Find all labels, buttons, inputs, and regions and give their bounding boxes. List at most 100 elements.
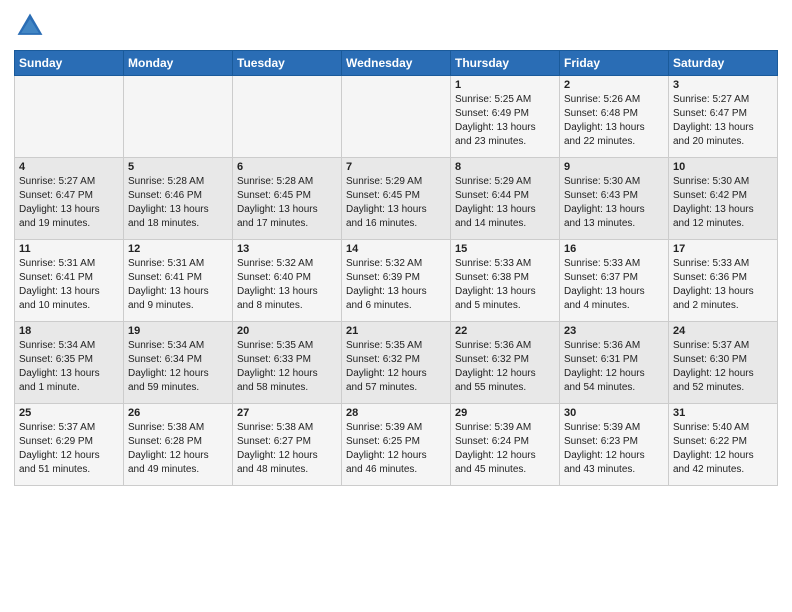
cell-content: Sunrise: 5:26 AMSunset: 6:48 PMDaylight:… bbox=[564, 93, 664, 149]
calendar-cell: 27Sunrise: 5:38 AMSunset: 6:27 PMDayligh… bbox=[233, 404, 342, 486]
cell-line: Sunset: 6:30 PM bbox=[673, 353, 773, 367]
cell-line: Sunset: 6:49 PM bbox=[455, 107, 555, 121]
cell-line: Sunrise: 5:29 AM bbox=[346, 175, 446, 189]
calendar-cell: 12Sunrise: 5:31 AMSunset: 6:41 PMDayligh… bbox=[124, 240, 233, 322]
day-number: 4 bbox=[19, 161, 119, 173]
cell-line: and 46 minutes. bbox=[346, 463, 446, 477]
day-number: 26 bbox=[128, 407, 228, 419]
cell-line: Daylight: 12 hours bbox=[673, 367, 773, 381]
cell-line: and 6 minutes. bbox=[346, 299, 446, 313]
cell-line: and 10 minutes. bbox=[19, 299, 119, 313]
calendar-cell: 3Sunrise: 5:27 AMSunset: 6:47 PMDaylight… bbox=[669, 76, 778, 158]
day-number: 10 bbox=[673, 161, 773, 173]
calendar-cell: 30Sunrise: 5:39 AMSunset: 6:23 PMDayligh… bbox=[560, 404, 669, 486]
cell-line: Sunrise: 5:36 AM bbox=[564, 339, 664, 353]
weekday-header: Sunday bbox=[15, 51, 124, 76]
calendar-cell bbox=[233, 76, 342, 158]
calendar-cell: 17Sunrise: 5:33 AMSunset: 6:36 PMDayligh… bbox=[669, 240, 778, 322]
calendar-cell: 1Sunrise: 5:25 AMSunset: 6:49 PMDaylight… bbox=[451, 76, 560, 158]
calendar-cell: 31Sunrise: 5:40 AMSunset: 6:22 PMDayligh… bbox=[669, 404, 778, 486]
calendar-cell: 2Sunrise: 5:26 AMSunset: 6:48 PMDaylight… bbox=[560, 76, 669, 158]
day-number: 14 bbox=[346, 243, 446, 255]
cell-content: Sunrise: 5:29 AMSunset: 6:44 PMDaylight:… bbox=[455, 175, 555, 231]
cell-content: Sunrise: 5:32 AMSunset: 6:39 PMDaylight:… bbox=[346, 257, 446, 313]
cell-line: and 17 minutes. bbox=[237, 217, 337, 231]
calendar-row: 1Sunrise: 5:25 AMSunset: 6:49 PMDaylight… bbox=[15, 76, 778, 158]
cell-line: Sunset: 6:37 PM bbox=[564, 271, 664, 285]
calendar-cell: 15Sunrise: 5:33 AMSunset: 6:38 PMDayligh… bbox=[451, 240, 560, 322]
cell-content: Sunrise: 5:34 AMSunset: 6:35 PMDaylight:… bbox=[19, 339, 119, 395]
day-number: 7 bbox=[346, 161, 446, 173]
calendar-cell: 22Sunrise: 5:36 AMSunset: 6:32 PMDayligh… bbox=[451, 322, 560, 404]
cell-line: Sunset: 6:32 PM bbox=[346, 353, 446, 367]
calendar-cell: 24Sunrise: 5:37 AMSunset: 6:30 PMDayligh… bbox=[669, 322, 778, 404]
cell-line: Sunset: 6:31 PM bbox=[564, 353, 664, 367]
cell-line: and 54 minutes. bbox=[564, 381, 664, 395]
cell-line: and 12 minutes. bbox=[673, 217, 773, 231]
day-number: 15 bbox=[455, 243, 555, 255]
day-number: 5 bbox=[128, 161, 228, 173]
cell-line: and 5 minutes. bbox=[455, 299, 555, 313]
cell-content: Sunrise: 5:25 AMSunset: 6:49 PMDaylight:… bbox=[455, 93, 555, 149]
cell-line: and 48 minutes. bbox=[237, 463, 337, 477]
day-number: 17 bbox=[673, 243, 773, 255]
cell-line: Daylight: 13 hours bbox=[19, 203, 119, 217]
cell-line: Sunset: 6:43 PM bbox=[564, 189, 664, 203]
weekday-header: Wednesday bbox=[342, 51, 451, 76]
cell-line: Daylight: 13 hours bbox=[346, 285, 446, 299]
cell-line: Sunrise: 5:36 AM bbox=[455, 339, 555, 353]
cell-content: Sunrise: 5:33 AMSunset: 6:37 PMDaylight:… bbox=[564, 257, 664, 313]
cell-line: Sunset: 6:22 PM bbox=[673, 435, 773, 449]
cell-line: Sunrise: 5:32 AM bbox=[346, 257, 446, 271]
calendar-cell: 7 Sunrise: 5:29 AMSunset: 6:45 PMDaylight… bbox=[342, 158, 451, 240]
cell-line: and 45 minutes. bbox=[455, 463, 555, 477]
cell-content: Sunrise: 5:36 AMSunset: 6:31 PMDaylight:… bbox=[564, 339, 664, 395]
cell-content: Sunrise: 5:37 AMSunset: 6:30 PMDaylight:… bbox=[673, 339, 773, 395]
cell-line: and 4 minutes. bbox=[564, 299, 664, 313]
weekday-header: Saturday bbox=[669, 51, 778, 76]
calendar-cell: 18 Sunrise: 5:34 AMSunset: 6:35 PMDayligh… bbox=[15, 322, 124, 404]
cell-line: and 20 minutes. bbox=[673, 135, 773, 149]
weekday-header: Monday bbox=[124, 51, 233, 76]
cell-content: Sunrise: 5:31 AMSunset: 6:41 PMDaylight:… bbox=[19, 257, 119, 313]
cell-line: Daylight: 13 hours bbox=[128, 203, 228, 217]
cell-line: Sunset: 6:25 PM bbox=[346, 435, 446, 449]
cell-line: Daylight: 13 hours bbox=[128, 285, 228, 299]
cell-line: Daylight: 13 hours bbox=[673, 121, 773, 135]
cell-line: Sunset: 6:41 PM bbox=[128, 271, 228, 285]
cell-line: and 18 minutes. bbox=[128, 217, 228, 231]
cell-line: Sunrise: 5:28 AM bbox=[237, 175, 337, 189]
cell-line: and 14 minutes. bbox=[455, 217, 555, 231]
cell-line: Daylight: 13 hours bbox=[455, 121, 555, 135]
calendar-cell: 6Sunrise: 5:28 AMSunset: 6:45 PMDaylight… bbox=[233, 158, 342, 240]
day-number: 27 bbox=[237, 407, 337, 419]
cell-line: Sunrise: 5:30 AM bbox=[673, 175, 773, 189]
calendar-cell: 26Sunrise: 5:38 AMSunset: 6:28 PMDayligh… bbox=[124, 404, 233, 486]
cell-line: Sunset: 6:39 PM bbox=[346, 271, 446, 285]
day-number: 3 bbox=[673, 79, 773, 91]
calendar-table: SundayMondayTuesdayWednesdayThursdayFrid… bbox=[14, 50, 778, 486]
calendar-cell: 23Sunrise: 5:36 AMSunset: 6:31 PMDayligh… bbox=[560, 322, 669, 404]
cell-line: Sunset: 6:29 PM bbox=[19, 435, 119, 449]
day-number: 18 bbox=[19, 325, 119, 337]
cell-line: Sunrise: 5:33 AM bbox=[455, 257, 555, 271]
cell-line: Sunrise: 5:37 AM bbox=[673, 339, 773, 353]
calendar-row: 25Sunrise: 5:37 AMSunset: 6:29 PMDayligh… bbox=[15, 404, 778, 486]
weekday-header: Thursday bbox=[451, 51, 560, 76]
cell-line: Sunrise: 5:28 AM bbox=[128, 175, 228, 189]
cell-line: Sunrise: 5:27 AM bbox=[673, 93, 773, 107]
cell-content: Sunrise: 5:40 AMSunset: 6:22 PMDaylight:… bbox=[673, 421, 773, 477]
cell-content: Sunrise: 5:39 AMSunset: 6:23 PMDaylight:… bbox=[564, 421, 664, 477]
cell-line: and 22 minutes. bbox=[564, 135, 664, 149]
cell-line: Sunrise: 5:34 AM bbox=[128, 339, 228, 353]
cell-line: and 59 minutes. bbox=[128, 381, 228, 395]
calendar-row: 4Sunrise: 5:27 AMSunset: 6:47 PMDaylight… bbox=[15, 158, 778, 240]
calendar-cell: 9Sunrise: 5:30 AMSunset: 6:43 PMDaylight… bbox=[560, 158, 669, 240]
calendar-cell: 4Sunrise: 5:27 AMSunset: 6:47 PMDaylight… bbox=[15, 158, 124, 240]
calendar-cell: 11Sunrise: 5:31 AMSunset: 6:41 PMDayligh… bbox=[15, 240, 124, 322]
cell-content: Sunrise: 5:29 AMSunset: 6:45 PMDaylight:… bbox=[346, 175, 446, 231]
cell-line: Sunrise: 5:27 AM bbox=[19, 175, 119, 189]
calendar-cell bbox=[15, 76, 124, 158]
cell-line: Sunrise: 5:31 AM bbox=[19, 257, 119, 271]
cell-line: Daylight: 13 hours bbox=[455, 203, 555, 217]
